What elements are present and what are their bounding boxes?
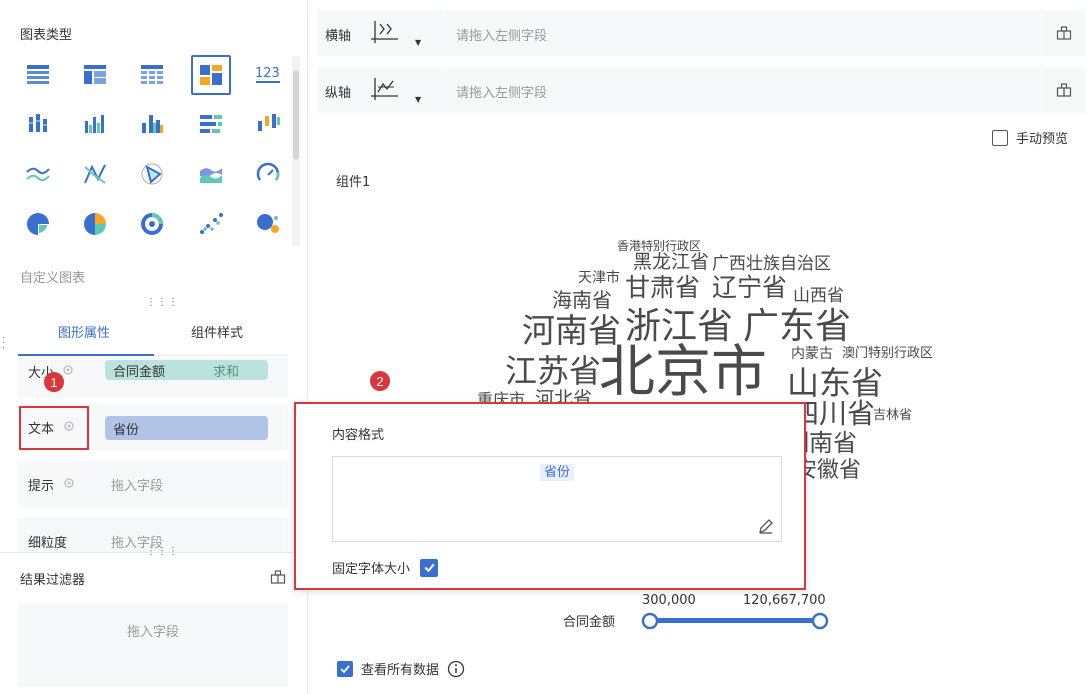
prop-label-tip: 提示: [28, 479, 55, 494]
word-item[interactable]: 江苏省: [505, 355, 601, 387]
info-icon[interactable]: [447, 660, 465, 678]
text-field-pill[interactable]: 省份: [105, 416, 268, 440]
cross-table-icon[interactable]: [75, 54, 115, 94]
chart-type-title: 图表类型: [20, 28, 73, 43]
resize-handle-icon[interactable]: ⋮⋮⋮: [146, 298, 179, 308]
size-field-pill[interactable]: 合同金额 求和: [105, 360, 268, 380]
callout-badge-2: 2: [370, 371, 390, 391]
word-item[interactable]: 北京市: [599, 345, 767, 401]
tip-drop-placeholder[interactable]: 拖入字段: [111, 475, 163, 494]
prop-label-granularity: 细粒度: [28, 536, 68, 551]
view-all-data-toggle[interactable]: 查看所有数据: [337, 659, 465, 678]
word-item[interactable]: 辽宁省: [712, 275, 787, 300]
grouped-column-icon[interactable]: [75, 104, 115, 144]
ring-pie-icon[interactable]: [132, 204, 172, 244]
fixed-font-size-label: 固定字体大小: [332, 562, 411, 577]
scrollbar-thumb[interactable]: [293, 70, 299, 160]
callout-badge-1: 1: [44, 372, 64, 392]
custom-chart-link[interactable]: 自定义图表: [20, 267, 85, 286]
legend-max-value: 120,667,700: [743, 593, 826, 608]
slider-min-handle: [641, 612, 659, 630]
panel-collapse-handle-icon[interactable]: · · ·: [2, 334, 5, 354]
pie-chart-icon[interactable]: [18, 204, 58, 244]
word-item[interactable]: 吉林省: [873, 409, 912, 422]
word-item[interactable]: 山西省: [793, 288, 844, 305]
left-panel: 图表类型 123 自定义图表 ⋮⋮⋮ 图形属性 组件样式 · · · 大小 合同…: [0, 0, 308, 694]
bubble-icon[interactable]: [248, 204, 288, 244]
edit-icon[interactable]: [757, 517, 775, 535]
size-agg-label[interactable]: 求和: [213, 361, 239, 380]
legend-range-slider[interactable]: [639, 610, 831, 632]
legend-min-value: 300,000: [642, 593, 696, 608]
slider-max-handle: [811, 612, 829, 630]
filter-settings-icon[interactable]: [270, 569, 286, 585]
fixed-font-size-checkbox[interactable]: [420, 558, 439, 577]
area-chart-icon[interactable]: [191, 154, 231, 194]
svg-text:123: 123: [255, 66, 280, 81]
chart-type-scrollbar[interactable]: [292, 56, 300, 246]
filter-drop-zone[interactable]: 拖入字段: [18, 603, 288, 687]
radar-area-icon[interactable]: [132, 154, 172, 194]
word-item[interactable]: 海南省: [552, 290, 612, 310]
tab-component-style[interactable]: 组件样式: [191, 322, 243, 341]
result-filter-section: ⋮⋮⋮ 结果过滤器 拖入字段: [0, 547, 308, 694]
table-icon[interactable]: [18, 54, 58, 94]
gear-icon[interactable]: [62, 364, 74, 376]
range-column-icon[interactable]: [248, 104, 288, 144]
line-chart-icon[interactable]: [18, 154, 58, 194]
grouped-table-icon[interactable]: [191, 55, 231, 95]
word-item[interactable]: 广西壮族自治区: [712, 256, 831, 273]
text-setting-highlight: [19, 406, 89, 450]
stacked-column-icon[interactable]: [132, 104, 172, 144]
word-item[interactable]: 天津市: [578, 271, 620, 285]
size-field-name: 合同金额: [113, 365, 166, 380]
resize-handle-icon[interactable]: ⋮⋮⋮: [146, 547, 179, 557]
detail-table-icon[interactable]: [132, 54, 172, 94]
content-format-popup: 内容格式 省份 固定字体大小: [294, 402, 806, 590]
radar-line-icon[interactable]: [75, 154, 115, 194]
gauge-icon[interactable]: [248, 154, 288, 194]
word-item[interactable]: 内蒙古: [791, 347, 833, 361]
gear-icon[interactable]: [63, 477, 75, 489]
kpi-number-icon[interactable]: 123: [248, 54, 288, 94]
prop-row-tip: 提示 拖入字段: [18, 461, 288, 507]
word-item[interactable]: 黑龙江省: [633, 253, 709, 272]
fixed-font-size-toggle[interactable]: 固定字体大小: [332, 558, 439, 577]
column-chart-icon[interactable]: [18, 104, 58, 144]
tab-graph-properties[interactable]: 图形属性: [58, 322, 110, 341]
scatter-icon[interactable]: [191, 204, 231, 244]
check-icon: [340, 664, 350, 673]
content-format-editor[interactable]: 省份: [332, 456, 782, 542]
active-tab-indicator: [18, 354, 154, 356]
word-item[interactable]: 甘肃省: [625, 275, 700, 300]
word-item[interactable]: 山东省: [787, 367, 883, 399]
legend-field-label: 合同金额: [563, 615, 616, 630]
multi-pie-icon[interactable]: [75, 204, 115, 244]
view-all-label: 查看所有数据: [361, 663, 440, 678]
property-tabs: 图形属性 组件样式: [18, 308, 288, 356]
result-filter-title: 结果过滤器: [20, 573, 86, 588]
field-token[interactable]: 省份: [539, 464, 574, 481]
popup-title: 内容格式: [332, 428, 385, 443]
word-item[interactable]: 澳门特别行政区: [842, 347, 933, 360]
bar-chart-icon[interactable]: [191, 104, 231, 144]
view-all-checkbox[interactable]: [337, 660, 353, 677]
filter-drop-placeholder: 拖入字段: [126, 625, 179, 640]
check-icon: [423, 563, 435, 573]
